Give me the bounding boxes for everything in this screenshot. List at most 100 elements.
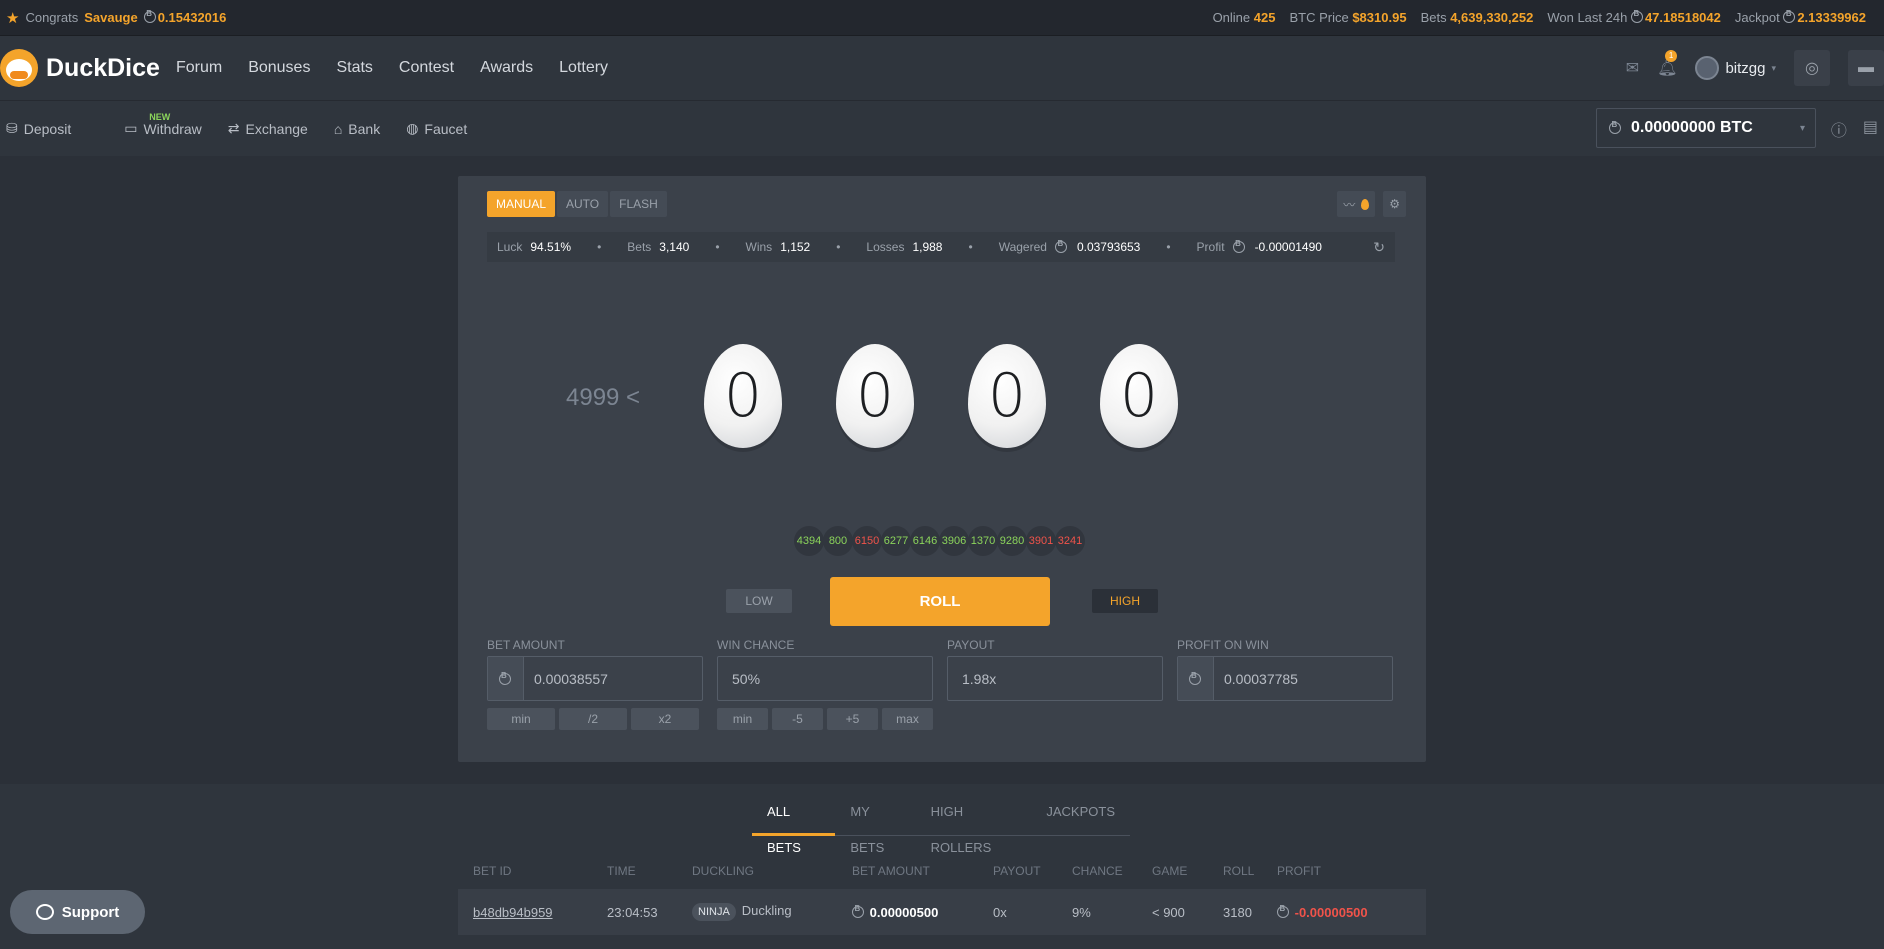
chance-minus-button[interactable]: -5 (772, 708, 823, 730)
balance-selector[interactable]: 0.00000000 BTC ▾ (1596, 108, 1816, 148)
chevron-down-icon: ▾ (1799, 122, 1805, 134)
tab-flash[interactable]: FLASH (610, 191, 667, 217)
exchange-link[interactable]: ⇄ Exchange (228, 120, 308, 137)
history-roll[interactable]: 800 (823, 526, 853, 556)
separator: • (836, 240, 841, 254)
stat-label: Profit (1196, 240, 1225, 254)
profit-value: 0.00037785 (1224, 670, 1298, 687)
support-button[interactable]: Support (10, 890, 145, 934)
logo[interactable]: DuckDice (0, 49, 160, 87)
roll-button[interactable]: ROLL (830, 577, 1050, 626)
chat-bubble-icon (35, 904, 54, 920)
congrats-amount: 0.15432016 (157, 10, 227, 25)
tab-jackpots[interactable]: JACKPOTS (1031, 794, 1130, 836)
help-icon[interactable]: ⓘ (1831, 117, 1847, 141)
chat-bubble-icon[interactable]: ▤ (1863, 117, 1878, 141)
nav-forum[interactable]: Forum (176, 59, 222, 77)
history-roll[interactable]: 3241 (1055, 526, 1085, 556)
chance-quick-buttons: min -5 +5 max (717, 708, 933, 730)
online-label: Online (1212, 10, 1251, 25)
settings-icon[interactable]: ◎ (1794, 50, 1830, 86)
history-roll[interactable]: 6150 (852, 526, 882, 556)
profit-input[interactable]: 0.00037785 (1177, 656, 1393, 701)
chat-icon[interactable]: ▬ (1848, 50, 1884, 86)
bet-amount-group: BET AMOUNT 0.00038557 min /2 x2 (487, 638, 703, 730)
won-stat: Won Last 24h 47.18518042 (1547, 9, 1721, 25)
tab-my-bets[interactable]: MY BETS (835, 794, 915, 855)
dice-game-panel: MANUAL AUTO FLASH 〰 ⚙ Luck 94.51% • Bets 3… (458, 176, 1426, 762)
bet-duckling[interactable]: NINJA Duckling (692, 903, 792, 921)
btc-coin-icon (1232, 239, 1245, 253)
win-chance-label: WIN CHANCE (717, 638, 795, 652)
bank-link[interactable]: ⌂ Bank (334, 120, 380, 137)
separator: • (715, 240, 720, 254)
won-value: 47.18518042 (1644, 10, 1721, 25)
roll-target: 4999 < (566, 384, 641, 411)
history-roll[interactable]: 6277 (881, 526, 911, 556)
bell-icon[interactable]: 🔔︎ 1 (1657, 50, 1677, 78)
nav-stats[interactable]: Stats (336, 59, 372, 77)
bet-profit: -0.00000500 (1277, 904, 1368, 920)
tab-all-bets[interactable]: ALL BETS (752, 794, 836, 855)
separator: • (1166, 240, 1171, 254)
history-roll[interactable]: 3901 (1026, 526, 1056, 556)
exchange-icon: ⇄ (227, 120, 240, 136)
history-roll[interactable]: 6146 (910, 526, 940, 556)
nav-lottery[interactable]: Lottery (559, 59, 608, 77)
high-button[interactable]: HIGH (1092, 589, 1158, 613)
chance-max-button[interactable]: max (882, 708, 933, 730)
low-button[interactable]: LOW (726, 589, 792, 613)
tab-high-rollers[interactable]: HIGH ROLLERS (916, 794, 1032, 855)
faucet-label: Faucet (424, 120, 468, 137)
gear-icon[interactable]: ⚙ (1383, 191, 1406, 217)
tab-auto[interactable]: AUTO (557, 191, 609, 217)
chance-plus-button[interactable]: +5 (827, 708, 878, 730)
deposit-link[interactable]: ⛁ Deposit NEW (6, 112, 170, 137)
egg-digit: 0 (704, 344, 782, 448)
bet-game: < 900 (1152, 904, 1185, 920)
payout-value: 1.98x (962, 670, 997, 687)
main-navbar: DuckDice Forum Bonuses Stats Contest Awa… (0, 36, 1884, 100)
col-bet-id: BET ID (473, 864, 512, 878)
faucet-link[interactable]: ◍ Faucet (406, 120, 467, 137)
chart-toggle[interactable]: 〰 (1337, 191, 1376, 217)
payout-label: PAYOUT (947, 638, 995, 652)
bet-amount-input[interactable]: 0.00038557 (487, 656, 703, 701)
col-game: GAME (1152, 864, 1188, 878)
payout-input[interactable]: 1.98x (947, 656, 1163, 701)
history-roll[interactable]: 9280 (997, 526, 1027, 556)
btc-price-label: BTC Price (1289, 10, 1349, 25)
egg-digit: 0 (836, 344, 914, 448)
bets-stat: Bets 4,639,330,252 (1421, 10, 1534, 25)
user-menu[interactable]: bitzgg ▾ (1695, 56, 1776, 80)
stat-luck: Luck 94.51% (497, 240, 571, 254)
stat-label: Wins (745, 240, 773, 254)
bet-roll: 3180 (1223, 904, 1252, 920)
bet-half-button[interactable]: /2 (559, 708, 627, 730)
chance-min-button[interactable]: min (717, 708, 768, 730)
nav-bonuses[interactable]: Bonuses (248, 59, 310, 77)
win-chance-input[interactable]: 50% (717, 656, 933, 701)
col-profit: PROFIT (1277, 864, 1321, 878)
bet-min-button[interactable]: min (487, 708, 555, 730)
duck-logo-icon (0, 49, 38, 87)
tab-manual[interactable]: MANUAL (487, 191, 556, 217)
withdraw-icon: ▭ (124, 120, 138, 136)
bank-icon: ⌂ (333, 120, 343, 137)
nav-awards[interactable]: Awards (480, 59, 533, 77)
col-time: TIME (607, 864, 636, 878)
bet-double-button[interactable]: x2 (631, 708, 699, 730)
history-roll[interactable]: 4394 (794, 526, 824, 556)
table-row[interactable]: b48db94b959 23:04:53 NINJA Duckling 0.000… (458, 889, 1426, 935)
nav-contest[interactable]: Contest (399, 59, 454, 77)
chevron-down-icon: ▾ (1771, 62, 1776, 73)
history-roll[interactable]: 3906 (939, 526, 969, 556)
btc-price-stat: BTC Price $8310.95 (1289, 10, 1406, 25)
bet-id-link[interactable]: b48db94b959 (473, 905, 553, 920)
congrats-user[interactable]: Savauge (84, 10, 137, 25)
refresh-icon[interactable]: ↻ (1373, 239, 1385, 256)
support-label: Support (61, 903, 120, 921)
mail-icon[interactable]: ✉ (1626, 58, 1639, 78)
history-roll[interactable]: 1370 (968, 526, 998, 556)
withdraw-link[interactable]: ▭ Withdraw (124, 120, 202, 137)
